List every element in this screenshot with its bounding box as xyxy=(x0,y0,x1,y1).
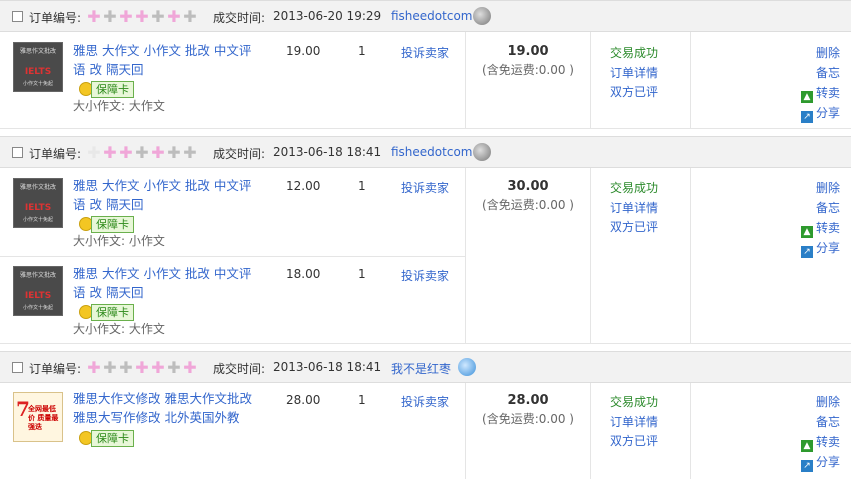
order-header: 订单编号: ✚ ✚ ✚ ✚ ✚ ✚ ✚ 成交时间: 2013-06-18 18:41 我不是… xyxy=(0,351,851,383)
shipping-note: (含免运费:0.00 ) xyxy=(482,63,574,77)
order-header: 订单编号: ✚ ✚ ✚ ✚ ✚ ✚ ✚ 成交时间: 2013-06-18 18:41 fis… xyxy=(0,136,851,168)
wangwang-offline-icon[interactable] xyxy=(473,143,491,161)
deal-time: 2013-06-20 19:29 xyxy=(273,9,382,23)
order-status: 交易成功 订单详情 双方已评 xyxy=(610,393,658,452)
unit-price: 12.00 xyxy=(286,179,321,193)
product-thumbnail[interactable]: 7 全网最低价 质量最强迭 xyxy=(13,392,63,442)
product-title-link[interactable]: 雅思 大作文 小作文 批改 中文评语 改 隔天回 xyxy=(73,176,253,214)
share-icon: ↗ xyxy=(800,246,813,258)
order-number-masked: ✚ ✚ ✚ ✚ ✚ ✚ ✚ xyxy=(87,143,197,162)
quantity: 1 xyxy=(358,267,366,281)
product-title-link[interactable]: 雅思大作文修改 雅思大作文批改 雅思大写作修改 北外英国外教 xyxy=(73,389,253,427)
complain-seller-link[interactable]: 投诉卖家 xyxy=(401,179,449,196)
mutual-review-link[interactable]: 双方已评 xyxy=(610,83,658,103)
order-status: 交易成功 订单详情 双方已评 xyxy=(610,179,658,238)
resell-icon: ▲ xyxy=(800,440,813,452)
order-number-label: 订单编号: xyxy=(29,147,82,161)
deal-time: 2013-06-18 18:41 xyxy=(273,145,382,159)
seller-link[interactable]: fisheedotcom xyxy=(391,9,472,23)
total-amount: 30.00 xyxy=(507,179,549,194)
mutual-review-link[interactable]: 双方已评 xyxy=(610,218,658,238)
share-link[interactable]: ↗ 分享 xyxy=(790,452,850,472)
unit-price: 18.00 xyxy=(286,267,321,281)
deal-time-label: 成交时间: xyxy=(213,11,266,25)
order-detail-link[interactable]: 订单详情 xyxy=(610,64,658,84)
order-detail-link[interactable]: 订单详情 xyxy=(610,199,658,219)
order-item: 7 全网最低价 质量最强迭 雅思大作文修改 雅思大作文批改 雅思大写作修改 北外… xyxy=(0,383,465,479)
delete-link[interactable]: 删除 xyxy=(790,392,850,412)
share-link[interactable]: ↗ 分享 xyxy=(790,103,850,123)
shipping-note: (含免运费:0.00 ) xyxy=(482,198,574,212)
resell-link[interactable]: ▲ 转卖 xyxy=(790,83,850,103)
order-checkbox[interactable] xyxy=(12,362,23,373)
shipping-note: (含免运费:0.00 ) xyxy=(482,412,574,426)
total-amount: 28.00 xyxy=(507,393,549,408)
complain-seller-link[interactable]: 投诉卖家 xyxy=(401,393,449,410)
seller-link[interactable]: 我不是红枣 xyxy=(391,360,451,377)
order-checkbox[interactable] xyxy=(12,11,23,22)
order-body: 雅思作文批改 IELTS 小作文十免起 雅思 大作文 小作文 批改 中文评语 改… xyxy=(0,168,851,344)
wangwang-offline-icon[interactable] xyxy=(473,7,491,25)
memo-link[interactable]: 备忘 xyxy=(790,63,850,83)
order-checkbox[interactable] xyxy=(12,147,23,158)
delete-link[interactable]: 删除 xyxy=(790,178,850,198)
order-body: 7 全网最低价 质量最强迭 雅思大作文修改 雅思大作文批改 雅思大写作修改 北外… xyxy=(0,383,851,479)
order-actions: 删除 备忘 ▲ 转卖 ↗ 分享 xyxy=(790,392,850,472)
quantity: 1 xyxy=(358,393,366,407)
seller-link[interactable]: fisheedotcom xyxy=(391,145,472,159)
quantity: 1 xyxy=(358,179,366,193)
order-detail-link[interactable]: 订单详情 xyxy=(610,413,658,433)
total-amount: 19.00 xyxy=(507,44,549,59)
order-total: 30.00 (含免运费:0.00 ) xyxy=(466,179,590,213)
wangwang-online-icon[interactable] xyxy=(458,358,476,376)
complain-seller-link[interactable]: 投诉卖家 xyxy=(401,267,449,284)
deal-time-label: 成交时间: xyxy=(213,147,266,161)
order-number-masked: ✚ ✚ ✚ ✚ ✚ ✚ ✚ xyxy=(87,358,197,377)
complain-seller-link[interactable]: 投诉卖家 xyxy=(401,44,449,61)
order-number-label: 订单编号: xyxy=(29,11,82,25)
order-actions: 删除 备忘 ▲ 转卖 ↗ 分享 xyxy=(790,178,850,258)
resell-link[interactable]: ▲ 转卖 xyxy=(790,218,850,238)
share-link[interactable]: ↗ 分享 xyxy=(790,238,850,258)
resell-link[interactable]: ▲ 转卖 xyxy=(790,432,850,452)
product-title-link[interactable]: 雅思 大作文 小作文 批改 中文评语 改 隔天回 xyxy=(73,264,253,302)
resell-icon: ▲ xyxy=(800,226,813,238)
deal-time: 2013-06-18 18:41 xyxy=(273,360,382,374)
order-number-label: 订单编号: xyxy=(29,362,82,376)
order-item: 雅思作文批改 IELTS 小作文十免起 雅思 大作文 小作文 批改 中文评语 改… xyxy=(0,168,465,256)
order-total: 19.00 (含免运费:0.00 ) xyxy=(466,44,590,78)
product-spec: 大小作文: 小作文 xyxy=(73,234,165,248)
product-spec: 大小作文: 大作文 xyxy=(73,99,165,113)
mutual-review-link[interactable]: 双方已评 xyxy=(610,432,658,452)
status-success: 交易成功 xyxy=(610,181,659,195)
order-header: 订单编号: ✚ ✚ ✚ ✚ ✚ ✚ ✚ 成交时间: 2013-06-20 19:29 fis… xyxy=(0,0,851,32)
share-icon: ↗ xyxy=(800,111,813,123)
memo-link[interactable]: 备忘 xyxy=(790,412,850,432)
order-body: 雅思作文批改 IELTS 小作文十免起 雅思 大作文 小作文 批改 中文评语 改… xyxy=(0,32,851,129)
deal-time-label: 成交时间: xyxy=(213,362,266,376)
memo-link[interactable]: 备忘 xyxy=(790,198,850,218)
order-total: 28.00 (含免运费:0.00 ) xyxy=(466,393,590,427)
unit-price: 19.00 xyxy=(286,44,321,58)
product-thumbnail[interactable]: 雅思作文批改 IELTS 小作文十免起 xyxy=(13,178,63,228)
product-thumbnail[interactable]: 雅思作文批改 IELTS 小作文十免起 xyxy=(13,266,63,316)
order-item: 雅思作文批改 IELTS 小作文十免起 雅思 大作文 小作文 批改 中文评语 改… xyxy=(0,32,465,129)
order-item: 雅思作文批改 IELTS 小作文十免起 雅思 大作文 小作文 批改 中文评语 改… xyxy=(0,256,465,344)
product-title-link[interactable]: 雅思 大作文 小作文 批改 中文评语 改 隔天回 xyxy=(73,41,253,79)
order-status: 交易成功 订单详情 双方已评 xyxy=(610,44,658,103)
product-spec: 大小作文: 大作文 xyxy=(73,322,165,336)
resell-icon: ▲ xyxy=(800,91,813,103)
unit-price: 28.00 xyxy=(286,393,321,407)
product-thumbnail[interactable]: 雅思作文批改 IELTS 小作文十免起 xyxy=(13,42,63,92)
quantity: 1 xyxy=(358,44,366,58)
order-number-masked: ✚ ✚ ✚ ✚ ✚ ✚ ✚ xyxy=(87,7,197,26)
order-actions: 删除 备忘 ▲ 转卖 ↗ 分享 xyxy=(790,43,850,123)
share-icon: ↗ xyxy=(800,460,813,472)
status-success: 交易成功 xyxy=(610,395,659,409)
delete-link[interactable]: 删除 xyxy=(790,43,850,63)
status-success: 交易成功 xyxy=(610,46,659,60)
